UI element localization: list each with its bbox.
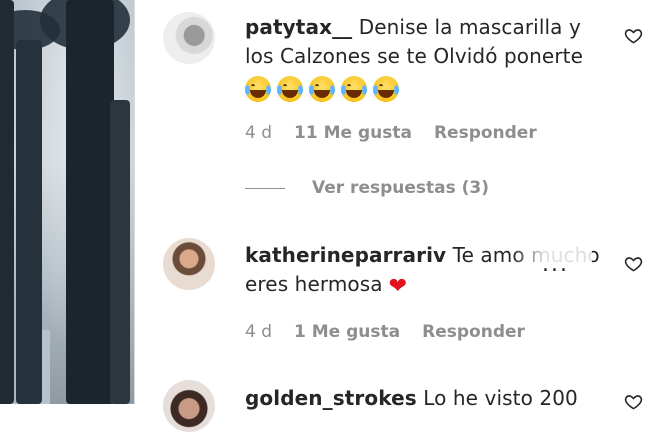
comment-text: golden_strokes Lo he visto 200 (245, 384, 600, 413)
red-heart-icon: ❤ (388, 274, 408, 299)
post-media[interactable] (0, 0, 134, 404)
replies-line (245, 187, 285, 189)
comment-likes[interactable]: 1 Me gusta (294, 322, 400, 342)
panel-divider (134, 0, 135, 404)
reply-button[interactable]: Responder (422, 322, 525, 342)
comment-username[interactable]: golden_strokes (245, 386, 417, 410)
comment-time[interactable]: 4 d (245, 123, 272, 143)
more-options-icon[interactable]: ... (542, 252, 569, 277)
avatar[interactable] (163, 380, 215, 432)
heart-outline-icon[interactable] (623, 392, 643, 412)
palm-trunk (66, 0, 114, 404)
comment-meta: 4 d 11 Me gusta Responder (245, 123, 559, 143)
comment-text: patytax__ Denise la mascarilla y los Cal… (245, 13, 600, 102)
heart-outline-icon[interactable] (623, 254, 643, 274)
comment-time[interactable]: 4 d (245, 322, 272, 342)
palm-trunk (0, 0, 14, 404)
face-with-tears-of-joy-icon (245, 75, 271, 102)
emoji-row (245, 73, 405, 102)
comment-username[interactable]: patytax__ (245, 15, 352, 39)
face-with-tears-of-joy-icon (373, 75, 399, 102)
face-with-tears-of-joy-icon (309, 75, 335, 102)
comment-meta: 4 d 1 Me gusta Responder (245, 322, 547, 342)
avatar[interactable] (163, 12, 215, 64)
view-replies-label: Ver respuestas (3) (312, 178, 490, 198)
face-with-tears-of-joy-icon (277, 75, 303, 102)
comment-username[interactable]: katherineparrariv (245, 243, 446, 267)
comment-body: Lo he visto 200 (423, 386, 578, 410)
reply-button[interactable]: Responder (434, 123, 537, 143)
palm-trunk (16, 40, 42, 404)
palm-trunk (110, 100, 130, 404)
avatar[interactable] (163, 238, 215, 290)
comment-likes[interactable]: 11 Me gusta (294, 123, 412, 143)
face-with-tears-of-joy-icon (341, 75, 367, 102)
view-replies-button[interactable]: Ver respuestas (3) (245, 178, 489, 198)
heart-outline-icon[interactable] (623, 26, 643, 46)
